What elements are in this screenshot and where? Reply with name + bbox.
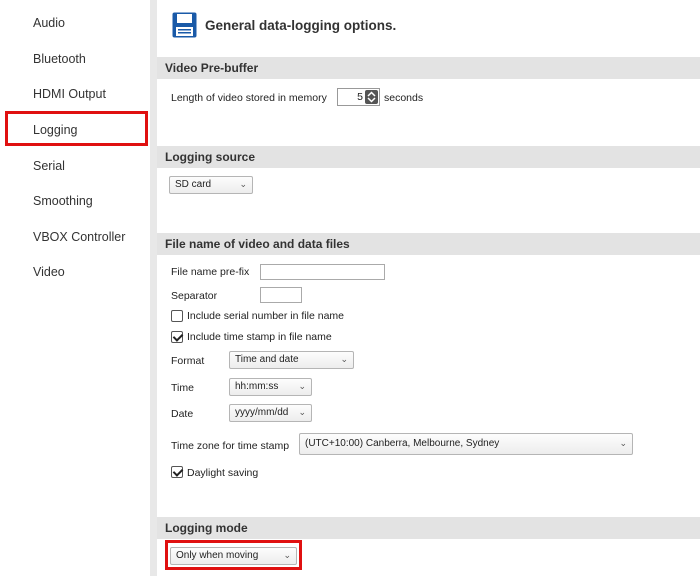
sidebar-item-video[interactable]: Video bbox=[33, 265, 65, 279]
prebuffer-unit-label: seconds bbox=[384, 92, 424, 104]
timezone-label: Time zone for time stamp bbox=[171, 440, 290, 452]
time-select[interactable]: hh:mm:ss ⌄ bbox=[229, 378, 312, 396]
section-logging-mode: Logging mode bbox=[157, 517, 700, 539]
chevron-down-icon: ⌄ bbox=[298, 381, 306, 391]
floppy-disk-icon bbox=[172, 12, 197, 38]
include-serial-checkbox[interactable] bbox=[171, 310, 183, 322]
separator-label: Separator bbox=[171, 290, 218, 302]
daylight-saving-label: Daylight saving bbox=[187, 467, 259, 479]
prebuffer-length-value: 5 bbox=[357, 91, 363, 103]
chevron-down-icon: ⌄ bbox=[298, 407, 306, 417]
time-label: Time bbox=[171, 382, 194, 394]
format-select[interactable]: Time and date ⌄ bbox=[229, 351, 354, 369]
up-down-arrows-icon[interactable] bbox=[365, 90, 378, 104]
sidebar-divider bbox=[150, 0, 157, 576]
logging-source-value: SD card bbox=[175, 179, 212, 190]
format-value: Time and date bbox=[235, 354, 299, 365]
include-timestamp-label: Include time stamp in file name bbox=[187, 331, 332, 343]
logging-mode-value: Only when moving bbox=[176, 550, 259, 561]
chevron-down-icon: ⌄ bbox=[340, 354, 348, 364]
section-file-name: File name of video and data files bbox=[157, 233, 700, 255]
chevron-down-icon: ⌄ bbox=[619, 438, 627, 448]
sidebar-item-smoothing[interactable]: Smoothing bbox=[33, 194, 93, 208]
sidebar-item-audio[interactable]: Audio bbox=[33, 16, 65, 30]
prebuffer-length-label: Length of video stored in memory bbox=[171, 92, 327, 104]
prefix-label: File name pre-fix bbox=[171, 266, 250, 278]
sidebar-item-vbox-controller[interactable]: VBOX Controller bbox=[33, 230, 125, 244]
prebuffer-length-stepper[interactable]: 5 bbox=[337, 88, 380, 106]
chevron-down-icon: ⌄ bbox=[239, 179, 247, 189]
separator-input[interactable] bbox=[260, 287, 302, 303]
main-panel: General data-logging options. Video Pre-… bbox=[157, 0, 700, 576]
date-value: yyyy/mm/dd bbox=[235, 407, 289, 418]
include-serial-label: Include serial number in file name bbox=[187, 310, 344, 322]
page-title: General data-logging options. bbox=[205, 18, 397, 33]
chevron-down-icon: ⌄ bbox=[283, 550, 291, 560]
format-label: Format bbox=[171, 355, 205, 367]
sidebar-item-serial[interactable]: Serial bbox=[33, 159, 65, 173]
prefix-input[interactable] bbox=[260, 264, 385, 280]
logging-mode-select[interactable]: Only when moving ⌄ bbox=[170, 547, 297, 565]
logging-highlight-box bbox=[5, 111, 148, 146]
section-logging-source: Logging source bbox=[157, 146, 700, 168]
sidebar-item-bluetooth[interactable]: Bluetooth bbox=[33, 52, 86, 66]
sidebar: Audio Bluetooth HDMI Output Logging Seri… bbox=[0, 0, 150, 576]
date-select[interactable]: yyyy/mm/dd ⌄ bbox=[229, 404, 312, 422]
sidebar-item-hdmi-output[interactable]: HDMI Output bbox=[33, 87, 106, 101]
daylight-saving-checkbox[interactable] bbox=[171, 466, 183, 478]
date-label: Date bbox=[171, 408, 194, 420]
include-timestamp-checkbox[interactable] bbox=[171, 331, 183, 343]
timezone-value: (UTC+10:00) Canberra, Melbourne, Sydney bbox=[305, 438, 500, 449]
timezone-select[interactable]: (UTC+10:00) Canberra, Melbourne, Sydney … bbox=[299, 433, 633, 455]
time-value: hh:mm:ss bbox=[235, 381, 279, 392]
logging-source-select[interactable]: SD card ⌄ bbox=[169, 176, 253, 194]
section-video-prebuffer: Video Pre-buffer bbox=[157, 57, 700, 79]
